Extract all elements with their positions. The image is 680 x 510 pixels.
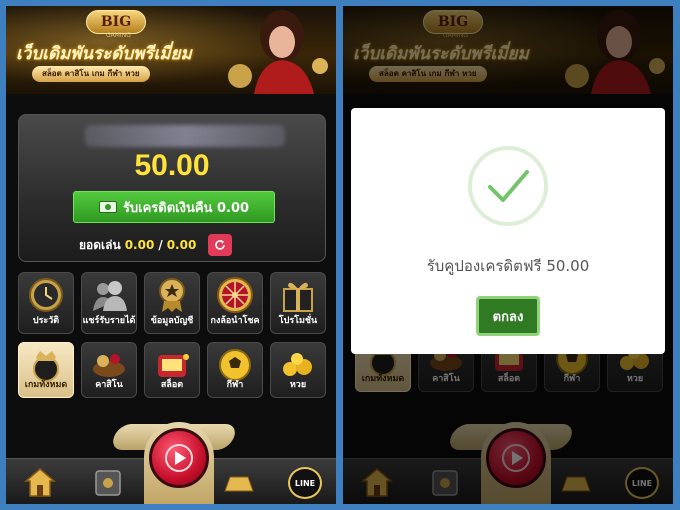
menu-share-income[interactable]: แชร์รับรายได้ bbox=[81, 272, 137, 334]
turnover-label: ยอดเล่น bbox=[79, 237, 121, 252]
menu-history-label: ประวัติ bbox=[32, 316, 60, 326]
brand-logo: BIG bbox=[86, 10, 146, 34]
category-sports[interactable]: กีฬา bbox=[207, 342, 263, 398]
play-icon bbox=[165, 444, 193, 472]
banner-headline: เว็บเดิมพันระดับพรีเมี่ยม bbox=[16, 44, 192, 64]
category-sports-label: กีฬา bbox=[226, 380, 244, 390]
cashback-label: รับเครดิตเงินคืน 0.00 bbox=[122, 200, 250, 216]
center-play-button[interactable] bbox=[144, 422, 214, 504]
refresh-button[interactable] bbox=[208, 234, 233, 256]
home-icon[interactable] bbox=[22, 465, 58, 499]
menu-account-info-label: ข้อมูลบัญชี bbox=[150, 316, 194, 326]
balance-card: 50.00 รับเครดิตเงินคืน 0.00 ยอดเล่น 0.00… bbox=[18, 114, 326, 262]
users-icon bbox=[93, 281, 127, 311]
menu-lucky-wheel-label: กงล้อนำโชค bbox=[210, 316, 260, 326]
banner-model-image bbox=[228, 10, 328, 94]
turnover-target: 0.00 bbox=[166, 238, 197, 252]
menu-lucky-wheel[interactable]: กงล้อนำโชค bbox=[207, 272, 263, 334]
banner-subline: สล็อต คาสิโน เกม กีฬา หวย bbox=[32, 66, 150, 82]
category-casino[interactable]: คาสิโน bbox=[81, 342, 137, 398]
turnover-current: 0.00 bbox=[124, 238, 155, 252]
menu-promotion[interactable]: โปรโมชั่น bbox=[270, 272, 326, 334]
safe-icon[interactable] bbox=[94, 469, 122, 497]
menu-share-income-label: แชร์รับรายได้ bbox=[82, 316, 136, 326]
success-circle bbox=[468, 146, 548, 226]
brand-logo-sub: GAMING bbox=[106, 32, 131, 39]
gold-bar-icon[interactable] bbox=[224, 475, 254, 493]
menu-history[interactable]: ประวัติ bbox=[18, 272, 74, 334]
ok-button[interactable]: ตกลง bbox=[476, 296, 540, 336]
dialog-message: รับคูปองเครดิตฟรี 50.00 bbox=[426, 257, 590, 275]
category-slot[interactable]: สล็อต bbox=[144, 342, 200, 398]
wheel-icon bbox=[217, 277, 253, 313]
line-button[interactable]: LINE bbox=[288, 467, 322, 499]
category-all-games-label: เกมทั้งหมด bbox=[24, 380, 68, 390]
turnover-row: ยอดเล่น 0.00 / 0.00 bbox=[79, 233, 233, 257]
phone-screen-right: BIG GAMING เว็บเดิมพันระดับพรีเมี่ยม สล็… bbox=[343, 6, 673, 504]
category-casino-label: คาสิโน bbox=[95, 380, 123, 390]
checkmark-icon bbox=[488, 170, 529, 202]
cashback-button[interactable]: รับเครดิตเงินคืน 0.00 bbox=[73, 191, 275, 223]
category-slot-label: สล็อต bbox=[160, 380, 184, 390]
refresh-icon bbox=[215, 240, 226, 250]
menu-grid: ประวัติ แชร์รับรายได้ ข้อมูลบัญชี กงล้อน… bbox=[18, 272, 326, 398]
category-all-games[interactable]: เกมทั้งหมด bbox=[18, 342, 74, 398]
masked-username bbox=[85, 125, 285, 147]
success-dialog: รับคูปองเครดิตฟรี 50.00 ตกลง bbox=[351, 108, 665, 354]
menu-account-info[interactable]: ข้อมูลบัญชี bbox=[144, 272, 200, 334]
menu-promotion-label: โปรโมชั่น bbox=[278, 316, 318, 326]
phone-screen-left: BIG GAMING เว็บเดิมพันระดับพรีเมี่ยม สล็… bbox=[6, 6, 336, 504]
category-lottery[interactable]: หวย bbox=[270, 342, 326, 398]
turnover-separator: / bbox=[158, 238, 163, 252]
gift-icon bbox=[283, 282, 313, 312]
promo-banner[interactable]: BIG GAMING เว็บเดิมพันระดับพรีเมี่ยม สล็… bbox=[6, 6, 336, 94]
badge-icon bbox=[159, 278, 185, 312]
play-circle bbox=[149, 428, 209, 488]
category-lottery-label: หวย bbox=[289, 380, 307, 390]
cash-icon bbox=[98, 201, 117, 213]
credit-balance: 50.00 bbox=[134, 149, 210, 182]
clock-icon bbox=[29, 278, 63, 312]
